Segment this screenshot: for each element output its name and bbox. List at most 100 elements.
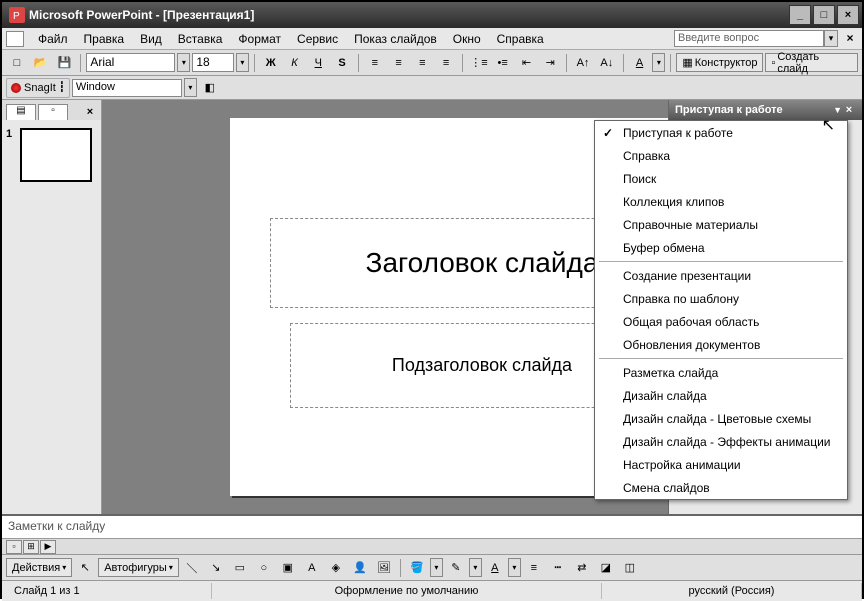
menu-item-getting-started[interactable]: Приступая к работе <box>595 121 847 144</box>
increase-font-button[interactable]: A↑ <box>572 53 594 73</box>
menu-format[interactable]: Формат <box>230 30 289 48</box>
menu-item-slide-design[interactable]: Дизайн слайда <box>595 384 847 407</box>
bold-button[interactable]: Ж <box>260 53 282 73</box>
align-right-button[interactable]: ≡ <box>411 53 433 73</box>
clipart-tool[interactable]: 👤 <box>349 558 371 578</box>
decrease-font-button[interactable]: A↓ <box>596 53 618 73</box>
design-button[interactable]: ▦Конструктор <box>676 53 763 72</box>
dash-style-button[interactable]: ┅ <box>547 558 569 578</box>
select-objects-button[interactable]: ↖ <box>74 558 96 578</box>
task-pane-header[interactable]: Приступая к работе ▼ × <box>669 100 862 120</box>
menu-item-slide-transition[interactable]: Смена слайдов <box>595 476 847 499</box>
line-tool[interactable]: ＼ <box>181 558 203 578</box>
menu-file[interactable]: Файл <box>30 30 76 48</box>
menu-tools[interactable]: Сервис <box>289 30 346 48</box>
font-size-select[interactable]: 18 <box>192 53 234 72</box>
task-pane-menu: Приступая к работе Справка Поиск Коллекц… <box>594 120 848 500</box>
arrow-tool[interactable]: ↘ <box>205 558 227 578</box>
fill-color-dropdown[interactable]: ▾ <box>430 558 443 577</box>
menu-item-shared-workspace[interactable]: Общая рабочая область <box>595 310 847 333</box>
underline-button[interactable]: Ч <box>307 53 329 73</box>
new-icon[interactable]: □ <box>6 53 28 73</box>
textbox-tool[interactable]: ▣ <box>277 558 299 578</box>
menu-item-color-schemes[interactable]: Дизайн слайда - Цветовые схемы <box>595 407 847 430</box>
task-pane-close-button[interactable]: × <box>842 104 856 116</box>
fill-color-button[interactable]: 🪣 <box>406 558 428 578</box>
line-color-button[interactable]: ✎ <box>445 558 467 578</box>
separator <box>400 559 401 577</box>
diagram-tool[interactable]: ◈ <box>325 558 347 578</box>
increase-indent-button[interactable]: ⇥ <box>539 53 561 73</box>
3d-style-button[interactable]: ◫ <box>619 558 641 578</box>
maximize-button[interactable]: □ <box>813 5 835 25</box>
separator <box>566 54 567 72</box>
task-pane: Приступая к работе ▼ × ↖ Приступая к раб… <box>668 100 862 514</box>
snagit-label[interactable]: SnagIt┇ <box>6 78 70 98</box>
menu-item-clipboard[interactable]: Буфер обмена <box>595 236 847 259</box>
sorter-view-button[interactable]: ⊞ <box>23 540 39 554</box>
help-search-input[interactable]: Введите вопрос <box>674 30 824 47</box>
menu-edit[interactable]: Правка <box>76 30 133 48</box>
open-icon[interactable]: 📂 <box>30 53 52 73</box>
align-center-button[interactable]: ≡ <box>388 53 410 73</box>
draw-actions-button[interactable]: Действия▾ <box>6 558 72 577</box>
menu-insert[interactable]: Вставка <box>170 30 231 48</box>
menu-item-new-presentation[interactable]: Создание презентации <box>595 264 847 287</box>
font-family-dropdown[interactable]: ▾ <box>177 53 190 72</box>
snagit-window-dropdown[interactable]: ▾ <box>184 78 197 97</box>
help-search-dropdown[interactable]: ▾ <box>824 30 838 47</box>
menu-item-slide-layout[interactable]: Разметка слайда <box>595 361 847 384</box>
font-color-dropdown[interactable]: ▾ <box>652 53 665 72</box>
minimize-button[interactable]: _ <box>789 5 811 25</box>
menu-item-template-help[interactable]: Справка по шаблону <box>595 287 847 310</box>
font-color-button[interactable]: A <box>629 53 651 73</box>
bullets-button[interactable]: •≡ <box>492 53 514 73</box>
font-color-button[interactable]: A <box>484 558 506 578</box>
justify-button[interactable]: ≡ <box>435 53 457 73</box>
wordart-tool[interactable]: A <box>301 558 323 578</box>
font-family-select[interactable]: Arial <box>86 53 175 72</box>
picture-tool[interactable]: 🖼 <box>373 558 395 578</box>
line-color-dropdown[interactable]: ▾ <box>469 558 482 577</box>
line-style-button[interactable]: ≡ <box>523 558 545 578</box>
menu-item-document-updates[interactable]: Обновления документов <box>595 333 847 356</box>
font-size-dropdown[interactable]: ▾ <box>236 53 249 72</box>
snagit-window-select[interactable]: Window <box>72 79 182 97</box>
menu-item-custom-animation[interactable]: Настройка анимации <box>595 453 847 476</box>
numbering-button[interactable]: ⋮≡ <box>468 53 490 73</box>
outline-tab[interactable]: ▤ <box>6 104 36 120</box>
save-icon[interactable]: 💾 <box>54 53 76 73</box>
shadow-style-button[interactable]: ◪ <box>595 558 617 578</box>
menu-item-help[interactable]: Справка <box>595 144 847 167</box>
menu-window[interactable]: Окно <box>445 30 489 48</box>
snagit-capture-button[interactable]: ◧ <box>199 78 221 98</box>
close-button[interactable]: × <box>837 5 859 25</box>
decrease-indent-button[interactable]: ⇤ <box>516 53 538 73</box>
arrow-style-button[interactable]: ⇄ <box>571 558 593 578</box>
align-left-button[interactable]: ≡ <box>364 53 386 73</box>
close-pane-button[interactable]: × <box>83 106 97 120</box>
slideshow-view-button[interactable]: ▶ <box>40 540 56 554</box>
menu-slideshow[interactable]: Показ слайдов <box>346 30 445 48</box>
new-slide-button[interactable]: ▫Создать слайд <box>765 53 857 72</box>
menu-item-clipart[interactable]: Коллекция клипов <box>595 190 847 213</box>
rectangle-tool[interactable]: ▭ <box>229 558 251 578</box>
task-pane-dropdown-icon[interactable]: ▼ <box>833 105 842 115</box>
oval-tool[interactable]: ○ <box>253 558 275 578</box>
slides-tab[interactable]: ▫ <box>38 104 68 120</box>
menu-item-research[interactable]: Справочные материалы <box>595 213 847 236</box>
status-slide-number: Слайд 1 из 1 <box>2 583 212 599</box>
menu-item-animation-schemes[interactable]: Дизайн слайда - Эффекты анимации <box>595 430 847 453</box>
document-close-button[interactable]: × <box>842 31 858 47</box>
menu-help[interactable]: Справка <box>489 30 552 48</box>
slide-thumbnail[interactable] <box>20 128 92 182</box>
notes-pane[interactable]: Заметки к слайду <box>2 514 862 538</box>
autoshapes-button[interactable]: Автофигуры▾ <box>98 558 179 577</box>
shadow-button[interactable]: S <box>331 53 353 73</box>
menu-view[interactable]: Вид <box>132 30 170 48</box>
thumbnail-item[interactable]: 1 <box>2 120 101 190</box>
menu-item-search[interactable]: Поиск <box>595 167 847 190</box>
italic-button[interactable]: К <box>284 53 306 73</box>
font-color-dropdown[interactable]: ▾ <box>508 558 521 577</box>
normal-view-button[interactable]: ▫ <box>6 540 22 554</box>
